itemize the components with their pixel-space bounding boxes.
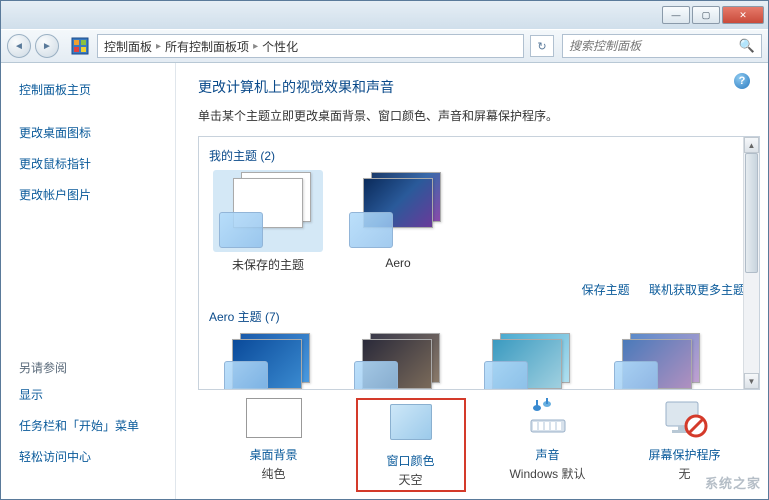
scroll-up-button[interactable]: ▲ <box>744 137 759 153</box>
help-icon[interactable]: ? <box>734 73 750 89</box>
aero-themes-label: Aero 主题 (7) <box>209 308 749 325</box>
scrollbar[interactable]: ▲ ▼ <box>743 137 759 389</box>
theme-item[interactable] <box>599 331 717 390</box>
theme-aero[interactable]: Aero <box>339 170 457 273</box>
page-heading: 更改计算机上的视觉效果和声音 <box>198 77 760 97</box>
screensaver-icon <box>655 398 715 442</box>
search-icon[interactable]: 🔍 <box>739 38 755 54</box>
breadcrumb-item[interactable]: 控制面板 <box>104 38 152 55</box>
refresh-button[interactable]: ↻ <box>530 35 554 57</box>
option-sounds[interactable]: 声音 Windows 默认 <box>493 398 603 492</box>
opt-sub: 纯色 <box>219 465 329 482</box>
sound-icon <box>518 398 578 442</box>
opt-sub: 天空 <box>360 471 462 488</box>
window-color-icon <box>390 404 432 440</box>
themes-scrollbox: 我的主题 (2) 未保存的主题 <box>198 136 760 390</box>
theme-item[interactable] <box>469 331 587 390</box>
scroll-thumb[interactable] <box>745 153 758 273</box>
watermark: 系统之家 <box>705 473 761 492</box>
breadcrumb[interactable]: 控制面板 ▸ 所有控制面板项 ▸ 个性化 <box>97 34 524 58</box>
theme-unsaved[interactable]: 未保存的主题 <box>209 170 327 273</box>
control-panel-icon <box>71 37 89 55</box>
forward-button[interactable]: ► <box>35 34 59 58</box>
search-input[interactable] <box>569 39 739 53</box>
titlebar: — ▢ ✕ <box>1 1 768 29</box>
sidebar-link-mouse-pointers[interactable]: 更改鼠标指针 <box>19 155 175 172</box>
chevron-right-icon: ▸ <box>156 41 161 52</box>
sidebar-home-link[interactable]: 控制面板主页 <box>19 81 175 98</box>
theme-label: 未保存的主题 <box>209 256 327 273</box>
sidebar-link-taskbar[interactable]: 任务栏和「开始」菜单 <box>19 417 175 434</box>
page-subtitle: 单击某个主题立即更改桌面背景、窗口颜色、声音和屏幕保护程序。 <box>198 107 760 124</box>
see-also-heading: 另请参阅 <box>19 359 175 376</box>
get-more-themes-link[interactable]: 联机获取更多主题 <box>649 283 745 297</box>
sidebar-link-account-picture[interactable]: 更改帐户图片 <box>19 186 175 203</box>
opt-title: 桌面背景 <box>219 446 329 463</box>
opt-title: 声音 <box>493 446 603 463</box>
window-frame: — ▢ ✕ ◄ ► 控制面板 ▸ 所有控制面板项 ▸ 个性化 ↻ 🔍 控制面板主… <box>0 0 769 500</box>
opt-title: 窗口颜色 <box>360 452 462 469</box>
sidebar-link-desktop-icons[interactable]: 更改桌面图标 <box>19 124 175 141</box>
theme-item[interactable] <box>339 331 457 390</box>
save-theme-link[interactable]: 保存主题 <box>582 283 630 297</box>
opt-sub: Windows 默认 <box>493 465 603 482</box>
back-button[interactable]: ◄ <box>7 34 31 58</box>
option-desktop-background[interactable]: 桌面背景 纯色 <box>219 398 329 492</box>
minimize-button[interactable]: — <box>662 6 690 24</box>
chevron-right-icon: ▸ <box>253 41 258 52</box>
breadcrumb-item[interactable]: 个性化 <box>262 38 298 55</box>
bottom-options: 桌面背景 纯色 窗口颜色 天空 声音 Windows 默认 <box>198 390 760 494</box>
my-themes-label: 我的主题 (2) <box>209 147 749 164</box>
theme-label: Aero <box>339 256 457 270</box>
sidebar: 控制面板主页 更改桌面图标 更改鼠标指针 更改帐户图片 另请参阅 显示 任务栏和… <box>1 63 176 499</box>
sidebar-link-ease-of-access[interactable]: 轻松访问中心 <box>19 448 175 465</box>
breadcrumb-item[interactable]: 所有控制面板项 <box>165 38 249 55</box>
content-area: 控制面板主页 更改桌面图标 更改鼠标指针 更改帐户图片 另请参阅 显示 任务栏和… <box>1 63 768 499</box>
option-window-color[interactable]: 窗口颜色 天空 <box>356 398 466 492</box>
opt-title: 屏幕保护程序 <box>630 446 740 463</box>
toolbar: ◄ ► 控制面板 ▸ 所有控制面板项 ▸ 个性化 ↻ 🔍 <box>1 29 768 63</box>
search-box[interactable]: 🔍 <box>562 34 762 58</box>
close-button[interactable]: ✕ <box>722 6 764 24</box>
desktop-background-icon <box>246 398 302 438</box>
sidebar-link-display[interactable]: 显示 <box>19 386 175 403</box>
theme-item[interactable] <box>209 331 327 390</box>
scroll-down-button[interactable]: ▼ <box>744 373 759 389</box>
main-panel: ? 更改计算机上的视觉效果和声音 单击某个主题立即更改桌面背景、窗口颜色、声音和… <box>176 63 768 499</box>
maximize-button[interactable]: ▢ <box>692 6 720 24</box>
